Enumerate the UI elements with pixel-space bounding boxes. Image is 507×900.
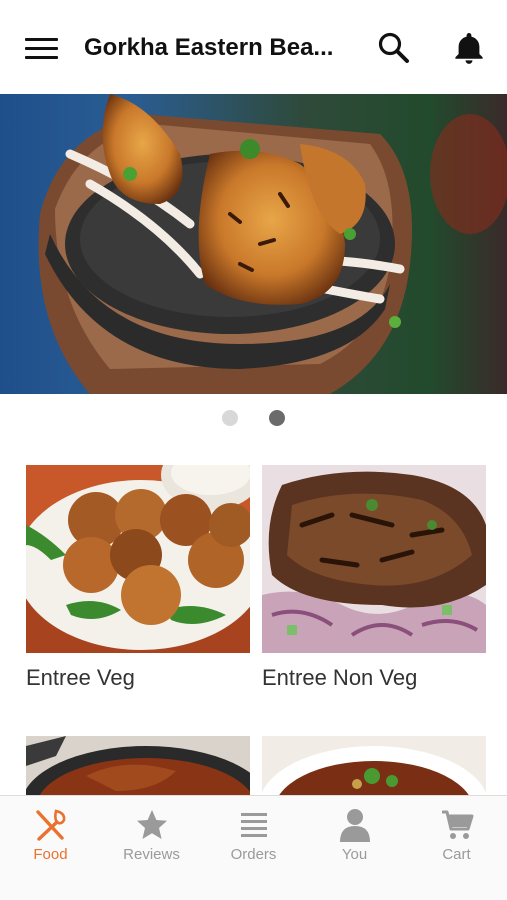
carousel-dot-1[interactable] xyxy=(222,410,238,426)
bell-icon[interactable] xyxy=(451,30,487,66)
category-card-dal[interactable] xyxy=(262,736,486,796)
category-card-curry[interactable] xyxy=(26,736,250,796)
app-header: Gorkha Eastern Bea... xyxy=(0,0,507,94)
category-label: Entree Veg xyxy=(26,665,135,690)
category-image xyxy=(26,736,250,796)
tab-label: You xyxy=(341,846,368,863)
category-card-entree-veg[interactable]: Entree Veg xyxy=(26,465,250,691)
category-image xyxy=(262,736,486,796)
cart-icon xyxy=(441,810,473,839)
category-card-entree-non-veg[interactable]: Entree Non Veg xyxy=(262,465,486,691)
carousel-pagination xyxy=(0,410,507,428)
tab-label: Reviews xyxy=(123,846,180,863)
search-icon[interactable] xyxy=(376,30,412,66)
tab-food[interactable]: Food xyxy=(0,796,101,876)
fork-knife-icon xyxy=(35,809,65,841)
tab-label: Food xyxy=(33,846,68,863)
category-image xyxy=(26,465,250,653)
star-icon xyxy=(136,810,167,839)
tab-cart[interactable]: Cart xyxy=(406,796,507,876)
tab-orders[interactable]: Orders xyxy=(203,796,304,876)
page-title: Gorkha Eastern Bea... xyxy=(84,34,334,61)
menu-icon[interactable] xyxy=(22,32,62,66)
tab-label: Cart xyxy=(442,846,471,863)
tab-you[interactable]: You xyxy=(304,796,405,876)
list-icon xyxy=(240,813,267,837)
tab-label: Orders xyxy=(230,846,277,863)
user-icon xyxy=(339,809,370,842)
category-label: Entree Non Veg xyxy=(262,665,418,690)
tab-reviews[interactable]: Reviews xyxy=(101,796,202,876)
bottom-tab-bar: Food Reviews Orders You Cart xyxy=(0,795,507,900)
carousel-dot-2-active[interactable] xyxy=(269,410,285,426)
promo-banner-image[interactable] xyxy=(0,94,507,394)
category-image xyxy=(262,465,486,653)
